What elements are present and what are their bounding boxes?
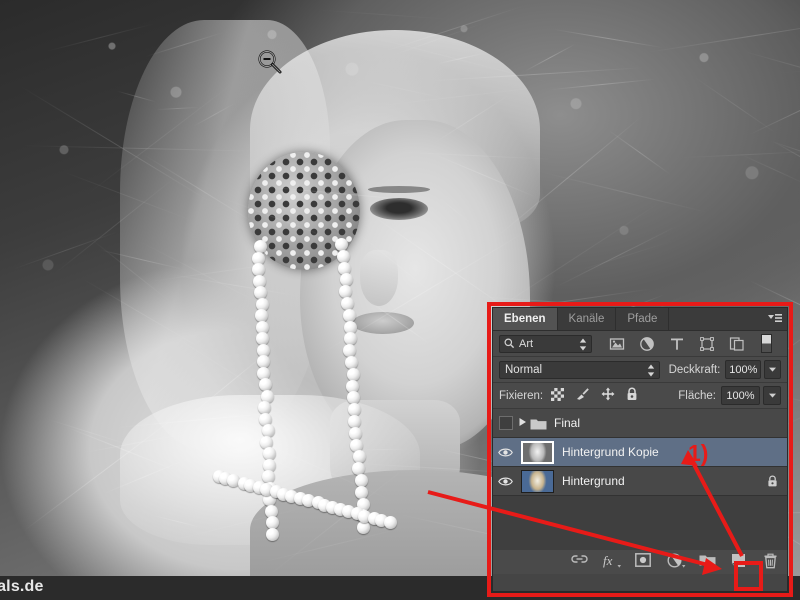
layer-list-empty-area bbox=[493, 496, 787, 550]
fill-input[interactable]: 100% bbox=[721, 386, 760, 405]
blend-mode-row[interactable]: Normal Deckkraft: 100% bbox=[493, 357, 787, 383]
new-layer-icon[interactable] bbox=[731, 553, 747, 569]
layer-row-hintergrund[interactable]: Hintergrund bbox=[493, 467, 787, 496]
watermark-text: rials.de bbox=[0, 578, 44, 596]
visibility-toggle-final[interactable] bbox=[493, 416, 518, 430]
visibility-toggle-hintergrund-kopie[interactable] bbox=[493, 447, 518, 458]
blend-mode-value: Normal bbox=[505, 364, 542, 376]
lock-all-icon[interactable] bbox=[626, 387, 638, 404]
lock-row[interactable]: Fixieren: Fläche: 100% bbox=[493, 383, 787, 409]
lock-position-icon[interactable] bbox=[601, 387, 615, 404]
panel-tab-bar[interactable]: Ebenen Kanäle Pfade bbox=[493, 308, 787, 331]
eye-icon bbox=[498, 447, 513, 458]
search-icon bbox=[504, 338, 515, 349]
fx-icon[interactable]: fx bbox=[603, 553, 619, 569]
lock-image-pixels-icon[interactable] bbox=[575, 387, 590, 404]
type-layer-filter-icon[interactable] bbox=[669, 336, 685, 352]
group-disclosure-triangle-icon[interactable] bbox=[518, 417, 527, 430]
eyebrow bbox=[368, 186, 430, 193]
eye-icon bbox=[498, 476, 513, 487]
folder-icon[interactable] bbox=[699, 553, 715, 569]
mask-icon[interactable] bbox=[635, 553, 651, 569]
visibility-toggle-hintergrund[interactable] bbox=[493, 476, 518, 487]
pixel-layer-filter-icon[interactable] bbox=[609, 336, 625, 352]
blend-mode-select[interactable]: Normal bbox=[499, 361, 660, 379]
tab-pfade[interactable]: Pfade bbox=[616, 308, 669, 330]
layers-panel-bottom-bar[interactable]: fx bbox=[493, 547, 787, 574]
filter-type-icons[interactable] bbox=[609, 336, 745, 352]
layer-locked-icon bbox=[767, 475, 778, 487]
layer-thumbnail-hintergrund-kopie[interactable] bbox=[521, 441, 554, 464]
adjustment-layer-filter-icon[interactable] bbox=[639, 336, 655, 352]
stepper-arrows-icon[interactable] bbox=[579, 338, 587, 354]
layer-row-final[interactable]: Final bbox=[493, 409, 787, 438]
shape-layer-filter-icon[interactable] bbox=[699, 336, 715, 352]
opacity-input[interactable]: 100% bbox=[725, 360, 761, 379]
panel-menu-icon[interactable] bbox=[768, 313, 782, 324]
layer-name-final[interactable]: Final bbox=[554, 416, 580, 430]
lock-transparent-pixels-icon[interactable] bbox=[551, 388, 564, 404]
fill-label: Fläche: bbox=[678, 390, 716, 402]
lock-label: Fixieren: bbox=[499, 390, 543, 402]
folder-icon bbox=[530, 417, 547, 430]
blend-mode-stepper-icon[interactable] bbox=[647, 364, 655, 380]
layer-name-hintergrund[interactable]: Hintergrund bbox=[562, 474, 625, 488]
filter-type-value: Art bbox=[519, 338, 533, 350]
fill-dropdown-arrow-icon[interactable] bbox=[763, 386, 781, 405]
opacity-dropdown-arrow-icon[interactable] bbox=[764, 360, 781, 379]
layer-filter-row[interactable]: Art bbox=[493, 331, 787, 357]
lock-icon-group[interactable] bbox=[551, 387, 638, 404]
layer-list[interactable]: Final Hintergrund Kopie Hintergrund bbox=[493, 409, 787, 547]
tab-ebenen[interactable]: Ebenen bbox=[493, 308, 558, 330]
link-icon[interactable] bbox=[571, 553, 587, 569]
layers-panel[interactable]: Ebenen Kanäle Pfade Art Normal Deckkraft… bbox=[492, 307, 788, 592]
tab-kanaele[interactable]: Kanäle bbox=[558, 308, 617, 330]
trash-icon[interactable] bbox=[763, 553, 779, 569]
eye-off-icon bbox=[499, 416, 513, 430]
svg-text:fx: fx bbox=[603, 553, 613, 568]
layer-name-hintergrund-kopie[interactable]: Hintergrund Kopie bbox=[562, 445, 659, 459]
filter-type-select[interactable]: Art bbox=[499, 335, 592, 353]
zoom-out-icon bbox=[256, 48, 284, 76]
layer-row-hintergrund-kopie[interactable]: Hintergrund Kopie bbox=[493, 438, 787, 467]
half-circle-icon[interactable] bbox=[667, 553, 683, 569]
opacity-label: Deckkraft: bbox=[669, 364, 721, 376]
layer-thumbnail-hintergrund[interactable] bbox=[521, 470, 554, 493]
smart-object-filter-icon[interactable] bbox=[729, 336, 745, 352]
filter-toggle-switch[interactable] bbox=[761, 334, 772, 353]
